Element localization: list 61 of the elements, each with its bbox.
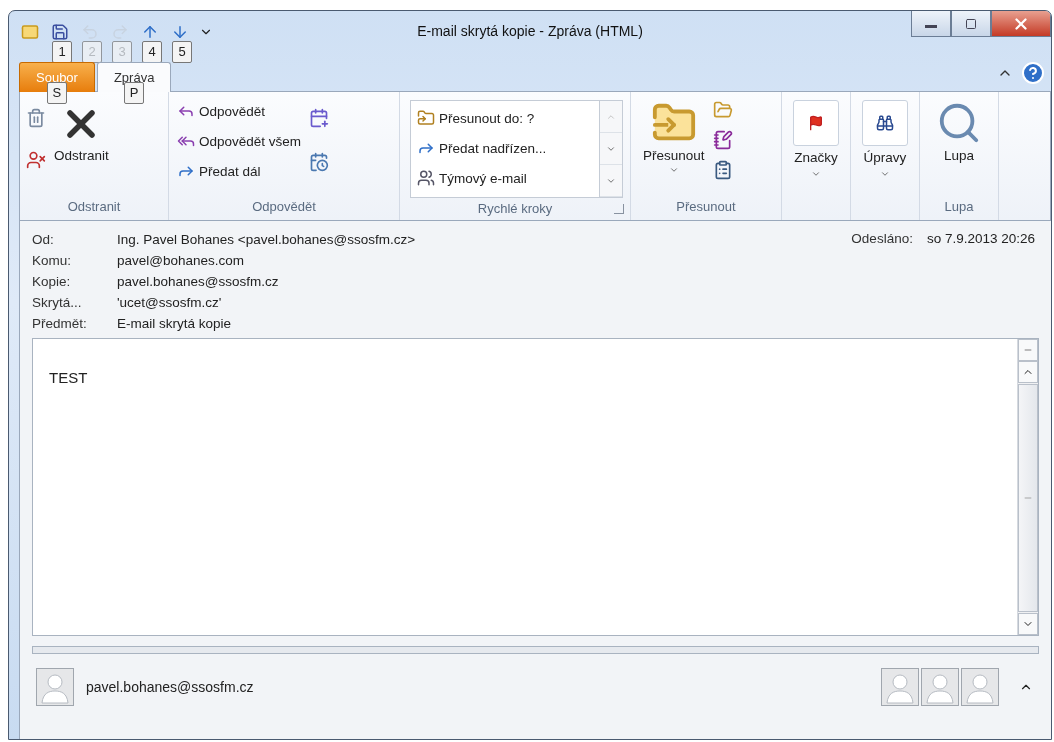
contact-name[interactable]: pavel.bohanes@ssosfm.cz bbox=[86, 679, 254, 695]
group-label: Odpovědět bbox=[252, 198, 316, 216]
group-label: Lupa bbox=[944, 198, 974, 216]
field-label: Od: bbox=[32, 231, 55, 248]
quick-step-button[interactable]: Týmový e-mail bbox=[415, 163, 595, 193]
help-icon[interactable] bbox=[1021, 61, 1045, 85]
scroll-thumb[interactable] bbox=[1018, 384, 1038, 612]
field-value: Ing. Pavel Bohanes <pavel.bohanes@ssosfm.cz> bbox=[117, 231, 417, 248]
field-value: so 7.9.2013 20:26 bbox=[926, 231, 1036, 248]
calendar-icon[interactable] bbox=[309, 152, 330, 172]
quick-step-button[interactable]: Přesunout do: ? bbox=[415, 103, 595, 133]
scroll-down-button[interactable] bbox=[1018, 613, 1038, 635]
contact-avatar bbox=[961, 668, 999, 706]
quick-step-button[interactable]: Předat nadřízen... bbox=[415, 133, 595, 163]
save-icon[interactable] bbox=[51, 23, 69, 41]
contact-avatar bbox=[881, 668, 919, 706]
caret-icon bbox=[880, 169, 890, 179]
field-label: Předmět: bbox=[32, 315, 88, 332]
field-label: Odesláno: bbox=[851, 231, 914, 248]
caret-icon bbox=[668, 165, 679, 175]
notebook-icon[interactable] bbox=[712, 130, 733, 150]
open-folder-icon[interactable] bbox=[712, 100, 733, 120]
keytip: S bbox=[46, 82, 67, 104]
minimize-button[interactable] bbox=[911, 11, 951, 37]
dialog-launcher-icon[interactable] bbox=[614, 204, 624, 214]
binoculars-icon bbox=[876, 114, 894, 132]
respond-button[interactable]: Odpovědět všem bbox=[175, 128, 304, 154]
meeting-icon[interactable] bbox=[309, 108, 330, 128]
field-label: Komu: bbox=[32, 252, 73, 269]
folder-icon bbox=[417, 109, 435, 127]
move-button[interactable]: Přesunout bbox=[641, 98, 707, 177]
zoom-button[interactable]: Lupa bbox=[934, 98, 984, 165]
field-value: pavel@bohanes.com bbox=[117, 252, 246, 269]
minimize-icon bbox=[925, 25, 937, 28]
contact-avatar bbox=[36, 668, 74, 706]
field-label: Skrytá... bbox=[32, 294, 83, 311]
arrow-down-icon[interactable] bbox=[171, 23, 189, 41]
window-title: E-mail skrytá kopie - Zpráva (HTML) bbox=[416, 23, 644, 39]
keytip: 1 bbox=[52, 41, 72, 63]
maximize-button[interactable] bbox=[951, 11, 991, 37]
flag-icon bbox=[808, 115, 824, 131]
field-value: 'ucet@ssosfm.cz' bbox=[117, 294, 223, 311]
scroll-up-button[interactable] bbox=[1018, 361, 1038, 383]
respond-button[interactable]: Předat dál bbox=[175, 158, 304, 184]
message-text: TEST bbox=[48, 368, 89, 388]
keytip: 4 bbox=[142, 41, 162, 63]
caret-icon bbox=[811, 169, 821, 179]
maximize-icon bbox=[965, 17, 977, 30]
group-label: Odstranit bbox=[67, 198, 121, 216]
scrollbar[interactable] bbox=[1017, 339, 1038, 635]
respond-button[interactable]: Odpovědět bbox=[175, 98, 304, 124]
field-value: E-mail skrytá kopie bbox=[117, 315, 233, 332]
team-icon bbox=[417, 169, 435, 187]
keytip: 5 bbox=[172, 41, 192, 63]
group-label: Rychlé kroky bbox=[477, 200, 553, 218]
field-label: Kopie: bbox=[32, 273, 72, 290]
contact-avatar bbox=[921, 668, 959, 706]
close-button[interactable] bbox=[991, 11, 1051, 37]
field-value: pavel.bohanes@ssosfm.cz bbox=[117, 273, 280, 290]
group-label: Přesunout bbox=[676, 198, 736, 216]
keytip: P bbox=[124, 82, 145, 104]
